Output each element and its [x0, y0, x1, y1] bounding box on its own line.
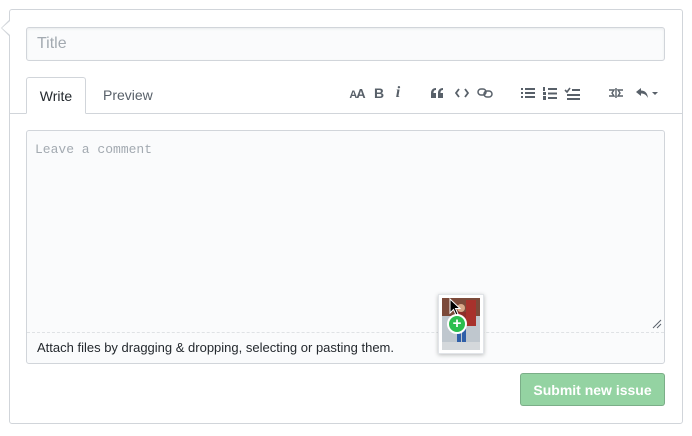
bold-icon: B: [373, 85, 385, 101]
italic-icon: i: [395, 84, 401, 101]
link-icon: [477, 88, 493, 98]
task-list-icon: [564, 87, 580, 100]
unordered-list-icon: [521, 88, 535, 98]
tab-preview[interactable]: Preview: [91, 77, 165, 114]
italic-button[interactable]: i: [392, 82, 404, 104]
attach-files-hint[interactable]: Attach files by dragging & dropping, sel…: [27, 333, 664, 363]
title-input[interactable]: [26, 27, 665, 61]
unordered-list-button[interactable]: [519, 82, 537, 104]
quote-icon: [431, 88, 443, 98]
ordered-list-icon: [543, 86, 557, 100]
submit-new-issue-button[interactable]: Submit new issue: [520, 373, 665, 406]
tab-write[interactable]: Write: [26, 77, 86, 114]
header-text-button[interactable]: AA: [347, 82, 367, 104]
ordered-list-button[interactable]: [541, 82, 559, 104]
header-text-icon: AA: [349, 85, 365, 101]
saved-replies-button[interactable]: [631, 82, 663, 104]
resize-handle-icon[interactable]: [652, 319, 662, 329]
comment-textarea[interactable]: [27, 131, 664, 331]
bold-button[interactable]: B: [372, 82, 386, 104]
code-button[interactable]: [453, 82, 471, 104]
mention-icon: [609, 88, 623, 98]
comment-editor: Attach files by dragging & dropping, sel…: [26, 130, 665, 364]
mention-button[interactable]: [607, 82, 625, 104]
task-list-button[interactable]: [563, 82, 581, 104]
link-button[interactable]: [476, 82, 494, 104]
copy-plus-icon: +: [447, 314, 467, 334]
quote-button[interactable]: [428, 82, 446, 104]
mouse-pointer-icon: [449, 298, 461, 316]
code-icon: [455, 88, 469, 98]
avatar-pointer-fill: [2, 21, 10, 35]
reply-icon: [636, 88, 658, 98]
